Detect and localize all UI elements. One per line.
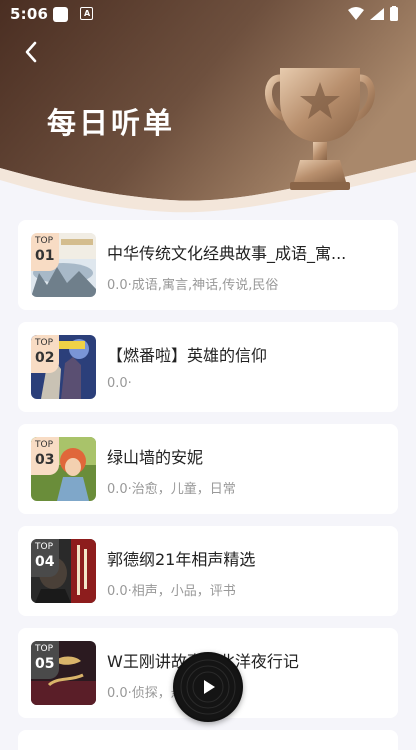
back-button[interactable] [18, 38, 46, 66]
rank-badge: TOP 01 [31, 233, 59, 271]
vinyl-disc-icon [175, 654, 241, 720]
item-meta: 0.0·相声，小品，评书 [107, 584, 236, 599]
album-cover[interactable]: TOP 03 [31, 437, 96, 501]
signal-icon [370, 8, 384, 20]
status-time: 5:06 [10, 5, 49, 23]
list-item[interactable]: TOP 04 郭德纲21年相声精选 0.0·相声，小品，评书 [18, 526, 398, 616]
page-title: 每日听单 [47, 106, 176, 140]
item-title: 绿山墙的安妮 [107, 448, 204, 467]
rank-badge: TOP 05 [31, 641, 59, 679]
item-title: 郭德纲21年相声精选 [107, 550, 256, 569]
chevron-left-icon [25, 41, 37, 63]
item-meta: 0.0· [107, 376, 132, 391]
album-cover[interactable]: TOP 05 [31, 641, 96, 705]
album-cover[interactable]: TOP 04 [31, 539, 96, 603]
item-meta: 0.0·成语,寓言,神话,传说,民俗 [107, 278, 279, 293]
list-item[interactable]: TOP 01 中华传统文化经典故事_成语_寓... 0.0·成语,寓言,神话,传… [18, 220, 398, 310]
album-cover[interactable]: TOP 02 [31, 335, 96, 399]
wifi-icon [348, 7, 364, 20]
item-title: 【燃番啦】英雄的信仰 [107, 346, 268, 365]
status-bar: 5:06 A [0, 0, 416, 28]
list-item[interactable] [18, 730, 398, 750]
item-title: 中华传统文化经典故事_成语_寓... [107, 244, 347, 263]
rank-badge: TOP 03 [31, 437, 59, 475]
list-item[interactable]: TOP 02 【燃番啦】英雄的信仰 0.0· [18, 322, 398, 412]
mini-player-button[interactable] [173, 652, 243, 722]
battery-icon [390, 7, 398, 21]
trophy-icon [265, 68, 375, 190]
rank-badge: TOP 02 [31, 335, 59, 373]
notification-icon [53, 7, 68, 22]
list-item[interactable]: TOP 03 绿山墙的安妮 0.0·治愈，儿童，日常 [18, 424, 398, 514]
app-notification-icon: A [80, 7, 93, 20]
album-cover[interactable]: TOP 01 [31, 233, 96, 297]
item-meta: 0.0·治愈，儿童，日常 [107, 482, 236, 497]
rank-badge: TOP 04 [31, 539, 59, 577]
header: 5:06 A 每日听单 [0, 0, 416, 215]
status-icons [346, 6, 406, 26]
